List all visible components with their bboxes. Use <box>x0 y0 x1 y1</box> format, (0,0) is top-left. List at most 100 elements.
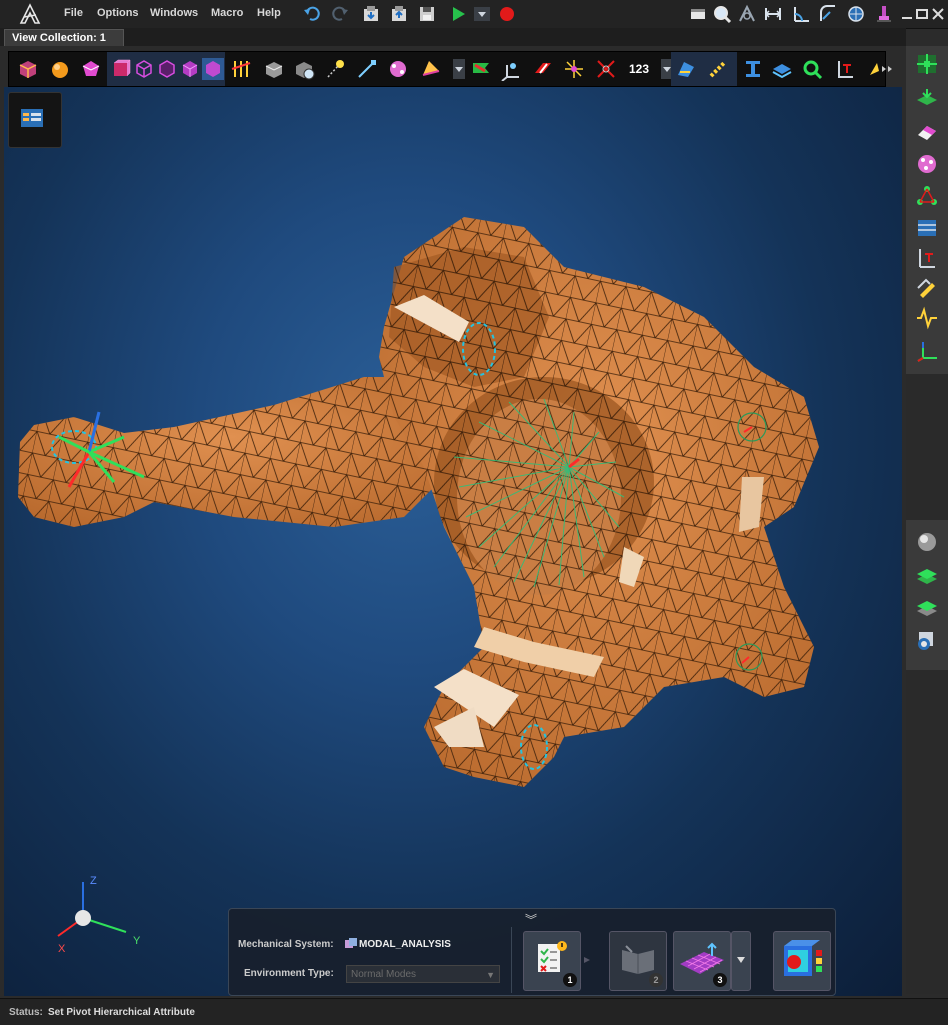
cube-wire-icon[interactable] <box>132 57 156 81</box>
step-badge: 1 <box>563 973 577 987</box>
save-icon[interactable] <box>417 4 437 24</box>
right-tool-panel <box>906 46 948 994</box>
undo-icon[interactable] <box>302 4 322 24</box>
app-logo-icon[interactable] <box>18 3 42 25</box>
ribbon-scroll-icon[interactable] <box>881 63 893 75</box>
faces-view-icon[interactable] <box>79 57 103 81</box>
cube-red-icon[interactable] <box>109 57 133 81</box>
property-table-icon[interactable] <box>915 216 939 240</box>
status-label: Status: <box>9 1007 43 1018</box>
layers-green-icon[interactable] <box>915 564 939 588</box>
shaded-view-icon[interactable] <box>16 57 40 81</box>
mesh-elements-icon[interactable] <box>915 152 939 176</box>
environment-type-value: Normal Modes <box>351 969 417 980</box>
menu-file[interactable]: File <box>64 7 83 19</box>
mechanical-system-label: Mechanical System: <box>238 939 334 950</box>
coord-frame-icon[interactable] <box>915 338 939 362</box>
tab-bar: View Collection: 1 <box>0 28 906 46</box>
fringe-icon[interactable] <box>706 57 730 81</box>
step-results-surface[interactable]: 3 <box>673 931 731 991</box>
loads-bcs-icon[interactable] <box>915 246 939 270</box>
system-icon <box>345 938 357 948</box>
graphics-viewport[interactable]: Z X Y <box>4 87 902 996</box>
sphere-view-icon[interactable] <box>48 57 72 81</box>
zoom-fit-icon[interactable] <box>800 57 824 81</box>
select-chevron-icon: ▼ <box>486 970 495 980</box>
sphere-display-icon[interactable] <box>915 530 939 554</box>
display-mode-icon[interactable] <box>674 57 698 81</box>
pencil-edit-icon[interactable] <box>915 276 939 300</box>
menu-bar: File Options Windows Macro Help <box>0 0 948 29</box>
signal-icon[interactable] <box>915 306 939 330</box>
export-icon[interactable] <box>389 4 409 24</box>
collapse-chevron-icon[interactable]: ︾ <box>525 911 537 928</box>
search-icon[interactable] <box>712 4 732 24</box>
right-toolbar-modeling <box>906 46 948 374</box>
menu-windows[interactable]: Windows <box>150 7 198 19</box>
right-toolbar-display <box>906 520 948 670</box>
contour-icon <box>784 940 822 976</box>
radius-icon[interactable] <box>818 4 838 24</box>
cube-outline-icon[interactable] <box>155 57 179 81</box>
axis-z-label: Z <box>90 875 97 887</box>
step-arrow-icon <box>584 957 590 963</box>
explode-icon[interactable] <box>562 57 586 81</box>
axis-x-label: X <box>58 943 66 955</box>
axis-y-label: Y <box>133 935 141 947</box>
record-icon[interactable] <box>497 4 517 24</box>
surface-stack-icon[interactable] <box>915 86 939 110</box>
redo-icon[interactable] <box>330 4 350 24</box>
run-icon[interactable] <box>448 4 468 24</box>
free-edges-icon[interactable] <box>594 57 618 81</box>
mesh-icon[interactable] <box>386 57 410 81</box>
menu-macro[interactable]: Macro <box>211 7 243 19</box>
angle-icon[interactable] <box>792 4 812 24</box>
axes-toggle-icon[interactable] <box>229 57 253 81</box>
step-badge: 3 <box>713 973 727 987</box>
window-icon[interactable] <box>688 4 708 24</box>
layers-gray-icon[interactable] <box>915 596 939 620</box>
beam-section-icon[interactable] <box>741 57 765 81</box>
step-badge: 2 <box>649 973 663 987</box>
mechanical-system-value[interactable]: MODAL_ANALYSIS <box>359 939 451 950</box>
step-checklist[interactable]: 1 <box>523 931 581 991</box>
results-dropdown[interactable] <box>731 931 751 991</box>
point-icon[interactable] <box>324 57 348 81</box>
environment-type-select[interactable]: Normal Modes ▼ <box>346 965 500 983</box>
coordinate-system-icon[interactable] <box>499 57 523 81</box>
plane-icon[interactable] <box>419 57 443 81</box>
globe-icon[interactable] <box>846 4 866 24</box>
cube-selected-icon[interactable] <box>201 57 225 81</box>
flag-icon[interactable] <box>469 57 493 81</box>
environment-type-label: Environment Type: <box>244 968 334 979</box>
section-icon[interactable] <box>531 57 555 81</box>
load-step-icon[interactable] <box>833 57 857 81</box>
step-setup-book[interactable]: 2 <box>609 931 667 991</box>
menu-help[interactable]: Help <box>257 7 281 19</box>
grid-points-icon[interactable] <box>915 52 939 76</box>
plane-dropdown-icon[interactable] <box>447 57 471 81</box>
dropdown-arrow-icon <box>737 957 745 963</box>
fe-mesh-model[interactable] <box>4 87 902 996</box>
run-dropdown-icon[interactable] <box>472 4 492 24</box>
node-connect-icon[interactable] <box>915 184 939 208</box>
component-view-icon[interactable] <box>292 57 316 81</box>
menu-options[interactable]: Options <box>97 7 139 19</box>
status-text: Set Pivot Hierarchical Attribute <box>48 1007 195 1018</box>
shell-thickness-icon[interactable] <box>770 57 794 81</box>
close-window-icon[interactable] <box>928 4 948 24</box>
vector-icon[interactable] <box>355 57 379 81</box>
component-icon[interactable] <box>262 57 286 81</box>
book-icon <box>622 945 654 974</box>
render-settings-icon[interactable] <box>915 628 939 652</box>
deformed-surface-icon <box>680 942 724 974</box>
step-contour-results[interactable] <box>773 931 831 991</box>
distance-icon[interactable] <box>763 4 783 24</box>
tab-view-collection[interactable]: View Collection: 1 <box>4 29 124 46</box>
import-icon[interactable] <box>361 4 381 24</box>
measure-icon[interactable] <box>737 4 757 24</box>
eraser-icon[interactable] <box>915 120 939 144</box>
numbering-toggle[interactable]: 123 <box>629 62 649 76</box>
pen-icon[interactable] <box>874 4 894 24</box>
cube-solid-icon[interactable] <box>178 57 202 81</box>
